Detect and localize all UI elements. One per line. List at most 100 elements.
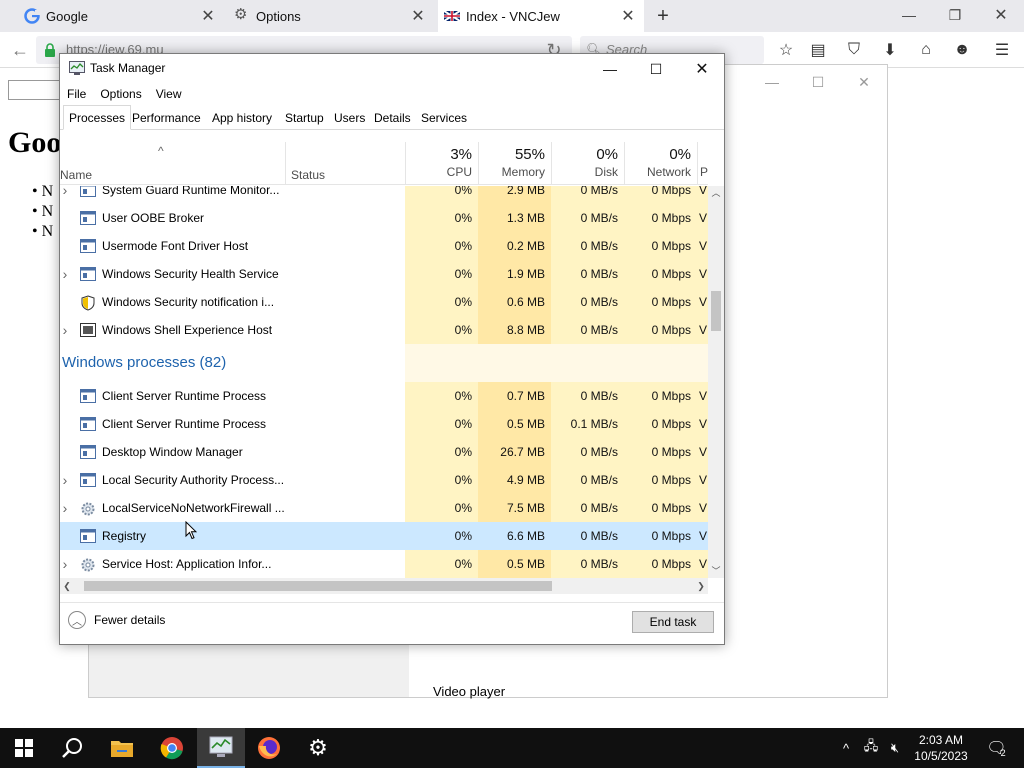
close-icon[interactable]: ✕ [620, 8, 636, 25]
settings-icon[interactable]: ⚙ [294, 728, 342, 768]
close-icon[interactable]: ✕ [852, 71, 876, 93]
star-icon[interactable]: ☆ [776, 40, 796, 60]
window-title: Task Manager [90, 61, 166, 75]
menu-file[interactable]: File [60, 84, 93, 104]
chevron-right-icon[interactable]: › [60, 550, 70, 578]
group-cell [624, 344, 697, 382]
table-row[interactable]: Desktop Window Manager 0% 26.7 MB 0 MB/s 0 M… [60, 438, 708, 466]
network-value: 0 Mbps [624, 410, 697, 438]
tab-processes[interactable]: Processes [63, 105, 132, 130]
menu-options[interactable]: Options [93, 84, 148, 104]
memory-value: 4.9 MB [478, 466, 551, 494]
process-list: › System Guard Runtime Monitor... 0% 2.9 MB… [60, 186, 708, 578]
tab-startup[interactable]: Startup [280, 106, 329, 130]
download-icon[interactable]: ⬇ [880, 40, 900, 60]
table-row[interactable]: Windows Security notification i... 0% 0.6 … [60, 288, 708, 316]
maximize-icon[interactable]: ☐ [806, 71, 830, 93]
volume-muted-icon[interactable]: 🔇︎ [884, 728, 906, 768]
column-name[interactable]: Name [60, 168, 92, 182]
chrome-icon[interactable] [148, 728, 196, 768]
menu-view[interactable]: View [149, 84, 189, 104]
start-icon[interactable] [0, 728, 48, 768]
cpu-value: 0% [405, 382, 478, 410]
chevron-right-icon[interactable]: › [60, 494, 70, 522]
table-row[interactable]: › Windows Shell Experience Host 0% 8.8 MB 0 … [60, 316, 708, 344]
pocket-icon[interactable]: ⛉ [844, 40, 864, 60]
feedback-icon[interactable]: ☻ [952, 40, 972, 60]
table-row[interactable]: › Service Host: Application Infor... 0% 0.5… [60, 550, 708, 578]
table-row[interactable]: User OOBE Broker 0% 1.3 MB 0 MB/s 0 Mbps V [60, 204, 708, 232]
reader-icon[interactable]: ▤ [808, 40, 828, 60]
menu-icon[interactable]: ☰ [992, 40, 1012, 60]
column-memory[interactable]: 55% Memory [478, 142, 551, 185]
scroll-thumb[interactable] [711, 291, 721, 331]
maximize-button[interactable]: ☐ [633, 54, 679, 84]
close-icon[interactable]: ✕ [200, 8, 216, 25]
chevron-right-icon[interactable]: › [60, 316, 70, 344]
minimize-icon[interactable]: — [760, 71, 784, 93]
search-icon[interactable] [48, 728, 96, 768]
table-row[interactable]: Client Server Runtime Process 0% 0.5 MB 0.1… [60, 410, 708, 438]
scroll-thumb[interactable] [84, 581, 552, 591]
table-row[interactable]: Registry 0% 6.6 MB 0 MB/s 0 Mbps V [60, 522, 708, 550]
tab-options[interactable]: ⚙ Options ✕ [228, 0, 434, 32]
group-header[interactable]: Windows processes (82) [60, 344, 708, 382]
video-player-label: Video player [433, 684, 506, 699]
tab-vncjew[interactable]: Index - VNCJew ✕ [438, 0, 644, 32]
column-status[interactable]: Status [291, 168, 325, 182]
scroll-up-icon[interactable]: ︿ [708, 186, 724, 200]
title-bar[interactable]: Task Manager — ☐ ✕ [60, 54, 724, 84]
network-percent: 0% [669, 146, 691, 163]
table-row[interactable]: › System Guard Runtime Monitor... 0% 2.9 MB… [60, 186, 708, 204]
table-row[interactable]: › LocalServiceNoNetworkFirewall ... 0% 7.5 … [60, 494, 708, 522]
scroll-left-icon[interactable]: ❮ [60, 578, 74, 594]
close-button[interactable]: ✕ [679, 54, 725, 84]
task-manager-icon [69, 61, 85, 75]
column-disk[interactable]: 0% Disk [551, 142, 624, 185]
process-name: Windows Security notification i... [102, 295, 275, 309]
home-icon[interactable]: ⌂ [916, 40, 936, 60]
chevron-right-icon[interactable]: › [60, 186, 70, 204]
network-icon[interactable]: 🖧︎ [860, 728, 882, 768]
minimize-button[interactable]: — [587, 54, 633, 84]
new-tab-button[interactable]: + [652, 5, 674, 27]
tab-services[interactable]: Services [416, 106, 472, 130]
tab-app-history[interactable]: App history [207, 106, 277, 130]
table-row[interactable]: › Windows Security Health Service 0% 1.9 MB… [60, 260, 708, 288]
chevron-right-icon[interactable]: › [60, 260, 70, 288]
tab-users[interactable]: Users [329, 106, 370, 130]
tab-performance[interactable]: Performance [127, 106, 206, 130]
notification-icon[interactable]: 🗨︎ 2 [980, 728, 1012, 768]
table-row[interactable]: Client Server Runtime Process 0% 0.7 MB 0 M… [60, 382, 708, 410]
taskbar-clock[interactable]: 2:03 AM 10/5/2023 [906, 732, 976, 764]
task-manager-icon[interactable] [197, 728, 245, 768]
restore-icon[interactable]: ❐ [943, 4, 967, 26]
process-name: System Guard Runtime Monitor... [102, 186, 280, 197]
back-arrow-icon[interactable]: ← [8, 38, 32, 62]
table-row[interactable]: Usermode Font Driver Host 0% 0.2 MB 0 MB/s 0… [60, 232, 708, 260]
scroll-down-icon[interactable]: ﹀ [708, 564, 724, 578]
column-network[interactable]: 0% Network [624, 142, 697, 185]
end-task-button[interactable]: End task [632, 611, 714, 633]
mouse-cursor-icon [185, 521, 197, 540]
flag-icon [444, 10, 460, 22]
chevron-right-icon[interactable]: › [60, 466, 70, 494]
column-power[interactable]: Pov [697, 142, 708, 185]
vertical-scrollbar[interactable]: ︿ ﹀ [708, 186, 724, 578]
fewer-details-button[interactable]: ︿ Fewer details [68, 611, 165, 629]
table-row[interactable]: › Local Security Authority Process... 0% 4.… [60, 466, 708, 494]
column-cpu[interactable]: 3% CPU [405, 142, 478, 185]
file-explorer-icon[interactable] [98, 728, 146, 768]
minimize-icon[interactable]: — [897, 4, 921, 26]
memory-value: 1.3 MB [478, 204, 551, 232]
tab-details[interactable]: Details [369, 106, 416, 130]
close-window-icon[interactable]: ✕ [989, 4, 1013, 26]
chevron-up-icon[interactable]: ^ [836, 728, 856, 768]
tab-google[interactable]: Google ✕ [18, 0, 224, 32]
close-icon[interactable]: ✕ [410, 8, 426, 25]
horizontal-scrollbar[interactable]: ❮ ❯ [60, 578, 708, 594]
firefox-icon[interactable] [245, 728, 293, 768]
sort-caret-icon[interactable]: ^ [158, 144, 164, 158]
cpu-value: 0% [405, 410, 478, 438]
scroll-right-icon[interactable]: ❯ [694, 578, 708, 594]
